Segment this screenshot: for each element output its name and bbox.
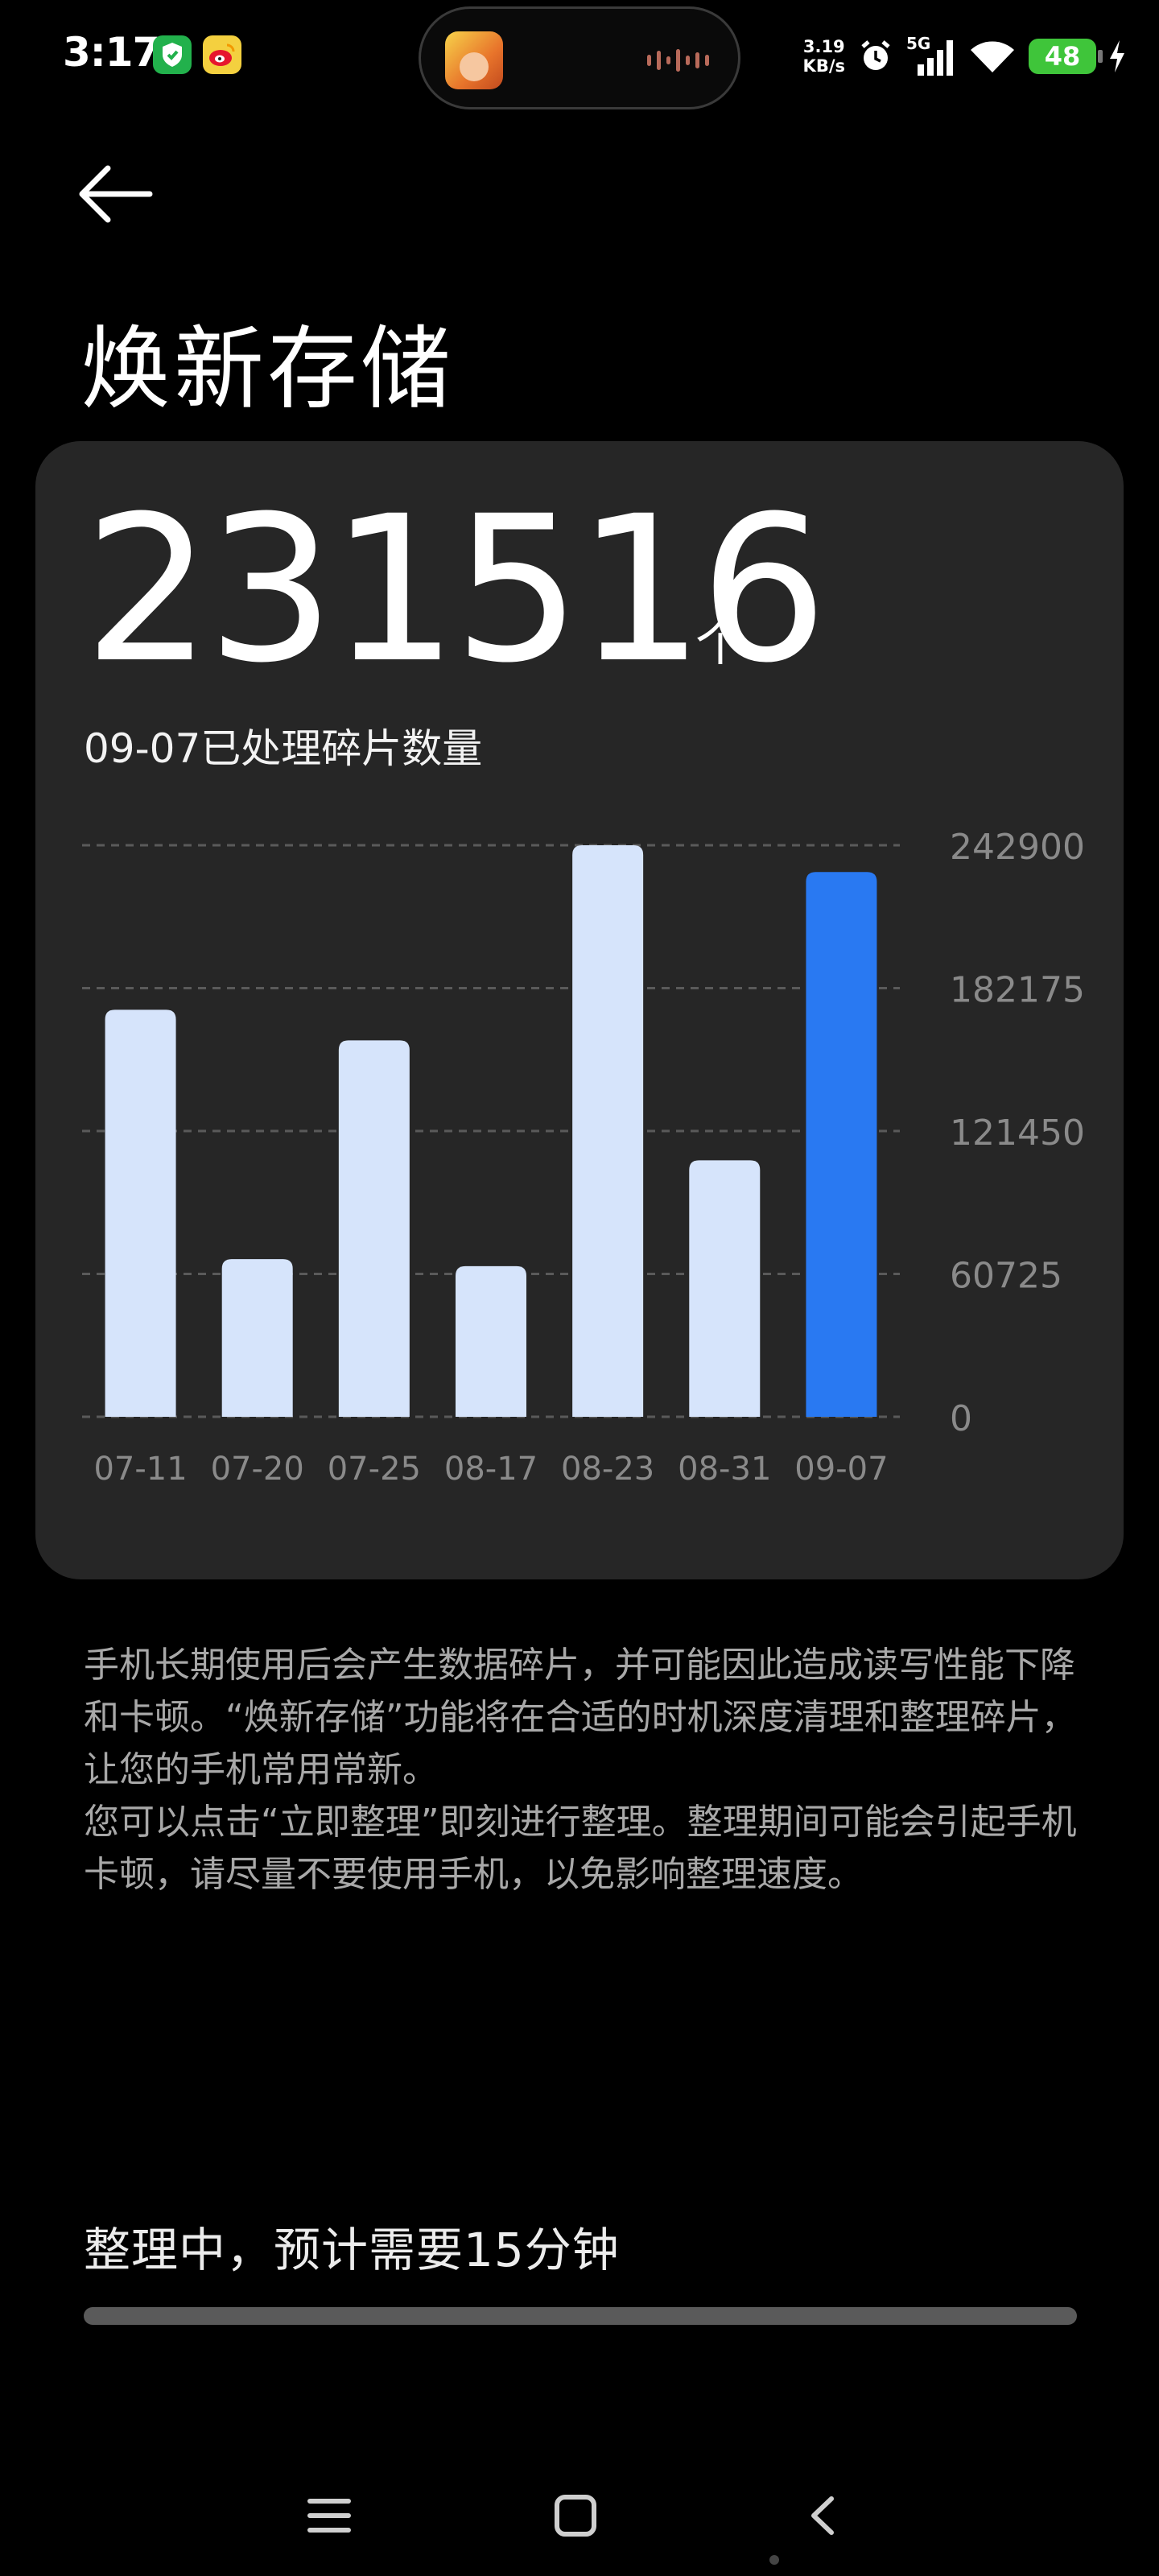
fragment-count-unit: 个 <box>695 613 746 672</box>
wifi-icon <box>971 41 1014 72</box>
charging-icon <box>1110 40 1124 72</box>
island-app-icon <box>445 31 503 89</box>
back-button[interactable] <box>77 158 158 230</box>
x-tick-label: 09-07 <box>794 1451 888 1488</box>
bar-07-11 <box>105 1009 176 1417</box>
y-tick-label: 182175 <box>950 970 1085 1011</box>
nav-back-button[interactable] <box>786 2479 858 2552</box>
back-arrow-icon <box>79 165 153 223</box>
net-speed-value: 3.19 <box>802 37 845 56</box>
y-tick-label: 0 <box>950 1398 972 1439</box>
battery-icon: 48 <box>1029 39 1103 74</box>
bar-08-17 <box>456 1265 526 1417</box>
alarm-icon <box>861 40 890 70</box>
x-tick-label: 07-25 <box>328 1451 421 1488</box>
x-tick-label: 08-23 <box>561 1451 654 1488</box>
page-title: 焕新存储 <box>80 317 454 422</box>
x-tick-label: 07-11 <box>93 1451 187 1488</box>
bar-08-31 <box>689 1160 761 1417</box>
fragment-count-subtitle: 09-07已处理碎片数量 <box>84 725 483 772</box>
net-speed: 3.19 KB/s <box>803 37 845 76</box>
x-tick-label: 08-31 <box>678 1451 771 1488</box>
bar-08-23 <box>572 845 644 1417</box>
weibo-icon <box>203 35 241 74</box>
y-tick-label: 242900 <box>950 827 1085 868</box>
net-speed-unit: KB/s <box>802 56 845 76</box>
navigation-bar <box>0 2447 1159 2576</box>
progress-bar <box>84 2307 1077 2325</box>
status-right-group: 3.19 KB/s 5G 48 <box>803 24 1127 89</box>
dynamic-island[interactable] <box>419 6 740 109</box>
bar-07-25 <box>338 1040 410 1417</box>
y-tick-label: 121450 <box>950 1113 1085 1154</box>
description-paragraph-2: 您可以点击“立即整理”即刻进行整理。整理期间可能会引起手机卡顿，请尽量不要使用手… <box>84 1802 1077 1895</box>
battery-level: 48 <box>1044 41 1081 72</box>
screen: 3:17 3.19 KB/s 5G 48 焕新存储 242900 182175 … <box>0 0 1159 2576</box>
y-tick-label: 60725 <box>950 1256 1062 1297</box>
stats-card: 242900 182175 121450 60725 0 07-11 07-20 07-25 0… <box>35 441 1124 1579</box>
status-bar: 3:17 3.19 KB/s 5G 48 <box>0 0 1159 113</box>
home-button[interactable] <box>539 2479 612 2552</box>
shield-icon <box>153 35 192 74</box>
recents-button[interactable] <box>293 2479 365 2552</box>
back-icon <box>811 2496 834 2535</box>
progress-label: 整理中，预计需要15分钟 <box>84 2223 620 2277</box>
x-tick-label: 08-17 <box>444 1451 538 1488</box>
description-paragraph-1: 手机长期使用后会产生数据碎片，并可能因此造成读写性能下降和卡顿。“焕新存储”功能… <box>84 1645 1077 1790</box>
bar-09-07 <box>806 872 877 1417</box>
gesture-indicator <box>769 2555 779 2565</box>
status-time: 3:17 <box>63 29 160 76</box>
x-tick-label: 07-20 <box>211 1451 304 1488</box>
menu-icon <box>307 2499 351 2533</box>
bar-07-20 <box>221 1259 293 1417</box>
audio-wave-icon <box>647 49 709 72</box>
signal-icon: 5G <box>906 34 956 79</box>
description: 手机长期使用后会产生数据碎片，并可能因此造成读写性能下降和卡顿。“焕新存储”功能… <box>84 1639 1090 1901</box>
home-icon <box>555 2495 596 2537</box>
